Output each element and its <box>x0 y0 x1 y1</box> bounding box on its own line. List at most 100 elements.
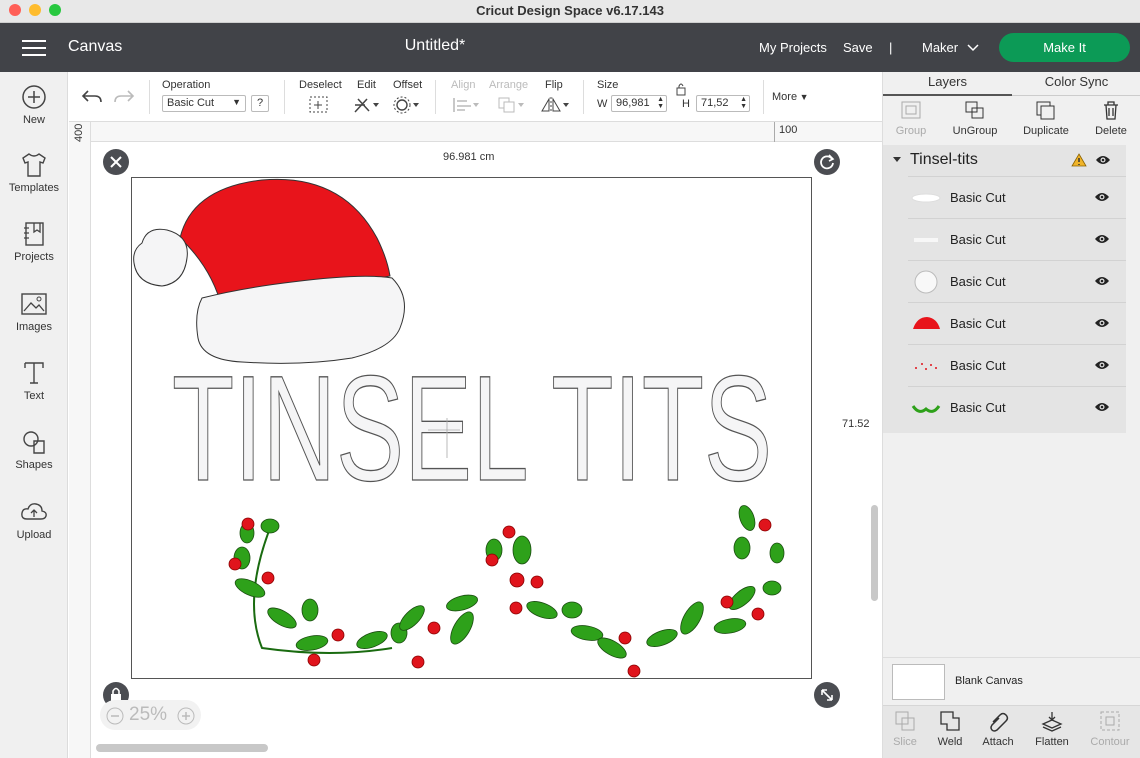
edit-toolbar: Operation Basic Cut ▼ ? Deselect Edit Of… <box>69 72 882 122</box>
eye-icon[interactable] <box>1094 275 1110 287</box>
layer-row[interactable]: Basic Cut <box>908 386 1126 428</box>
delete-button[interactable]: Delete <box>1081 100 1140 137</box>
ruler-mark-label: 100 <box>779 124 798 136</box>
ungroup-icon <box>965 101 984 119</box>
notebook-icon <box>24 222 44 246</box>
vertical-scrollbar[interactable] <box>871 505 878 601</box>
make-it-button[interactable]: Make It <box>999 33 1130 62</box>
height-input[interactable]: 71,52 ▲ ▼ <box>696 95 750 112</box>
sidebar-item-templates[interactable]: Templates <box>0 152 68 194</box>
ungroup-button[interactable]: UnGroup <box>945 100 1005 137</box>
delete-selection-button[interactable] <box>103 149 129 175</box>
selection-bounding-box[interactable]: TINSEL TITS <box>131 177 812 679</box>
arrange-icon[interactable] <box>497 96 525 114</box>
group-button[interactable]: Group <box>881 100 941 137</box>
sidebar-item-shapes[interactable]: Shapes <box>0 429 68 471</box>
header-separator: | <box>889 40 893 55</box>
align-icon[interactable] <box>452 96 480 114</box>
hamburger-menu-icon[interactable] <box>22 40 46 56</box>
dropdown-caret-icon: ▼ <box>232 97 241 107</box>
edit-tools-icon[interactable] <box>353 96 381 114</box>
stepper-icon[interactable]: ▲ ▼ <box>657 96 664 110</box>
blank-canvas-label: Blank Canvas <box>955 675 1023 687</box>
deselect-icon[interactable] <box>309 96 329 114</box>
sidebar-item-label: Upload <box>16 529 52 541</box>
layer-row[interactable]: Basic Cut <box>908 218 1126 260</box>
canvas-color-swatch[interactable] <box>892 664 945 700</box>
duplicate-icon <box>1036 101 1055 120</box>
eye-icon[interactable] <box>1095 154 1111 166</box>
sidebar-item-text[interactable]: Text <box>0 360 68 402</box>
layer-row[interactable]: Basic Cut <box>908 302 1126 344</box>
offset-icon[interactable] <box>393 96 421 114</box>
warning-icon[interactable] <box>1071 153 1087 167</box>
stepper-icon[interactable]: ▲ ▼ <box>740 96 747 110</box>
blank-canvas-row[interactable]: Blank Canvas <box>883 657 1140 705</box>
sidebar-item-projects[interactable]: Projects <box>0 221 68 263</box>
layer-group-name[interactable]: Tinsel-tits <box>910 151 978 169</box>
window-title-bar: Cricut Design Space v6.17.143 <box>0 0 1140 23</box>
resize-handle[interactable] <box>814 682 840 708</box>
undo-icon[interactable] <box>81 87 103 105</box>
tab-layers[interactable]: Layers <box>883 72 1012 96</box>
eye-icon[interactable] <box>1094 191 1110 203</box>
height-readout: 71.52 <box>842 418 870 430</box>
flip-label: Flip <box>545 79 563 91</box>
layer-row[interactable]: Basic Cut <box>908 260 1126 302</box>
tshirt-icon <box>22 153 46 177</box>
sidebar-item-images[interactable]: Images <box>0 291 68 333</box>
height-value: 71,52 <box>701 97 729 109</box>
layer-thumbnail <box>911 193 941 203</box>
operation-select-value: Basic Cut <box>167 97 215 109</box>
slice-button[interactable]: Slice <box>880 710 930 748</box>
contour-label: Contour <box>1090 736 1130 748</box>
eye-icon[interactable] <box>1094 317 1110 329</box>
contour-button[interactable]: Contour <box>1085 710 1135 748</box>
text-icon <box>24 362 44 384</box>
zoom-out-icon[interactable] <box>106 707 124 725</box>
width-input[interactable]: 96,981 ▲ ▼ <box>611 95 667 112</box>
duplicate-button[interactable]: Duplicate <box>1016 100 1076 137</box>
ruler-mark-label: 400 <box>73 123 85 142</box>
duplicate-label: Duplicate <box>1023 125 1069 137</box>
tab-color-sync[interactable]: Color Sync <box>1012 72 1140 96</box>
eye-icon[interactable] <box>1094 401 1110 413</box>
redo-icon[interactable] <box>113 87 135 105</box>
eye-icon[interactable] <box>1094 233 1110 245</box>
document-title[interactable]: Untitled* <box>380 37 490 55</box>
sidebar-item-new[interactable]: New <box>0 84 68 126</box>
flip-icon[interactable] <box>540 96 570 114</box>
layer-name: Basic Cut <box>950 358 1006 373</box>
operation-help-button[interactable]: ? <box>251 95 269 112</box>
sidebar-item-label: Images <box>15 321 53 333</box>
zoom-in-icon[interactable] <box>177 707 195 725</box>
machine-select[interactable]: Maker <box>922 40 958 55</box>
sidebar-item-label: New <box>22 114 45 126</box>
save-button[interactable]: Save <box>843 40 873 55</box>
eye-icon[interactable] <box>1094 359 1110 371</box>
layer-row[interactable]: Basic Cut <box>908 176 1126 218</box>
chevron-down-icon[interactable] <box>967 44 979 52</box>
operation-select[interactable]: Basic Cut ▼ <box>162 95 246 112</box>
flatten-button[interactable]: Flatten <box>1027 710 1077 748</box>
collapse-caret-icon[interactable] <box>892 156 902 164</box>
layer-thumbnail <box>911 405 941 413</box>
height-label: H <box>682 98 690 110</box>
sidebar-item-label: Text <box>23 390 45 402</box>
weld-label: Weld <box>937 736 963 748</box>
my-projects-link[interactable]: My Projects <box>759 40 827 55</box>
sidebar-item-upload[interactable]: Upload <box>0 499 68 541</box>
horizontal-scrollbar[interactable] <box>96 744 268 752</box>
section-title: Canvas <box>68 38 123 55</box>
weld-button[interactable]: Weld <box>925 710 975 748</box>
rotate-handle[interactable] <box>814 149 840 175</box>
dropdown-caret-icon: ▼ <box>797 92 809 102</box>
weld-icon <box>940 711 960 731</box>
layer-row[interactable]: Basic Cut <box>908 344 1126 386</box>
more-menu-button[interactable]: More ▼ <box>772 91 808 103</box>
sidebar-item-label: Templates <box>8 182 60 194</box>
layer-group-header[interactable]: Tinsel-tits <box>883 145 1126 176</box>
cloud-upload-icon <box>21 503 47 520</box>
lock-ratio-icon[interactable] <box>675 82 687 96</box>
attach-button[interactable]: Attach <box>973 710 1023 748</box>
